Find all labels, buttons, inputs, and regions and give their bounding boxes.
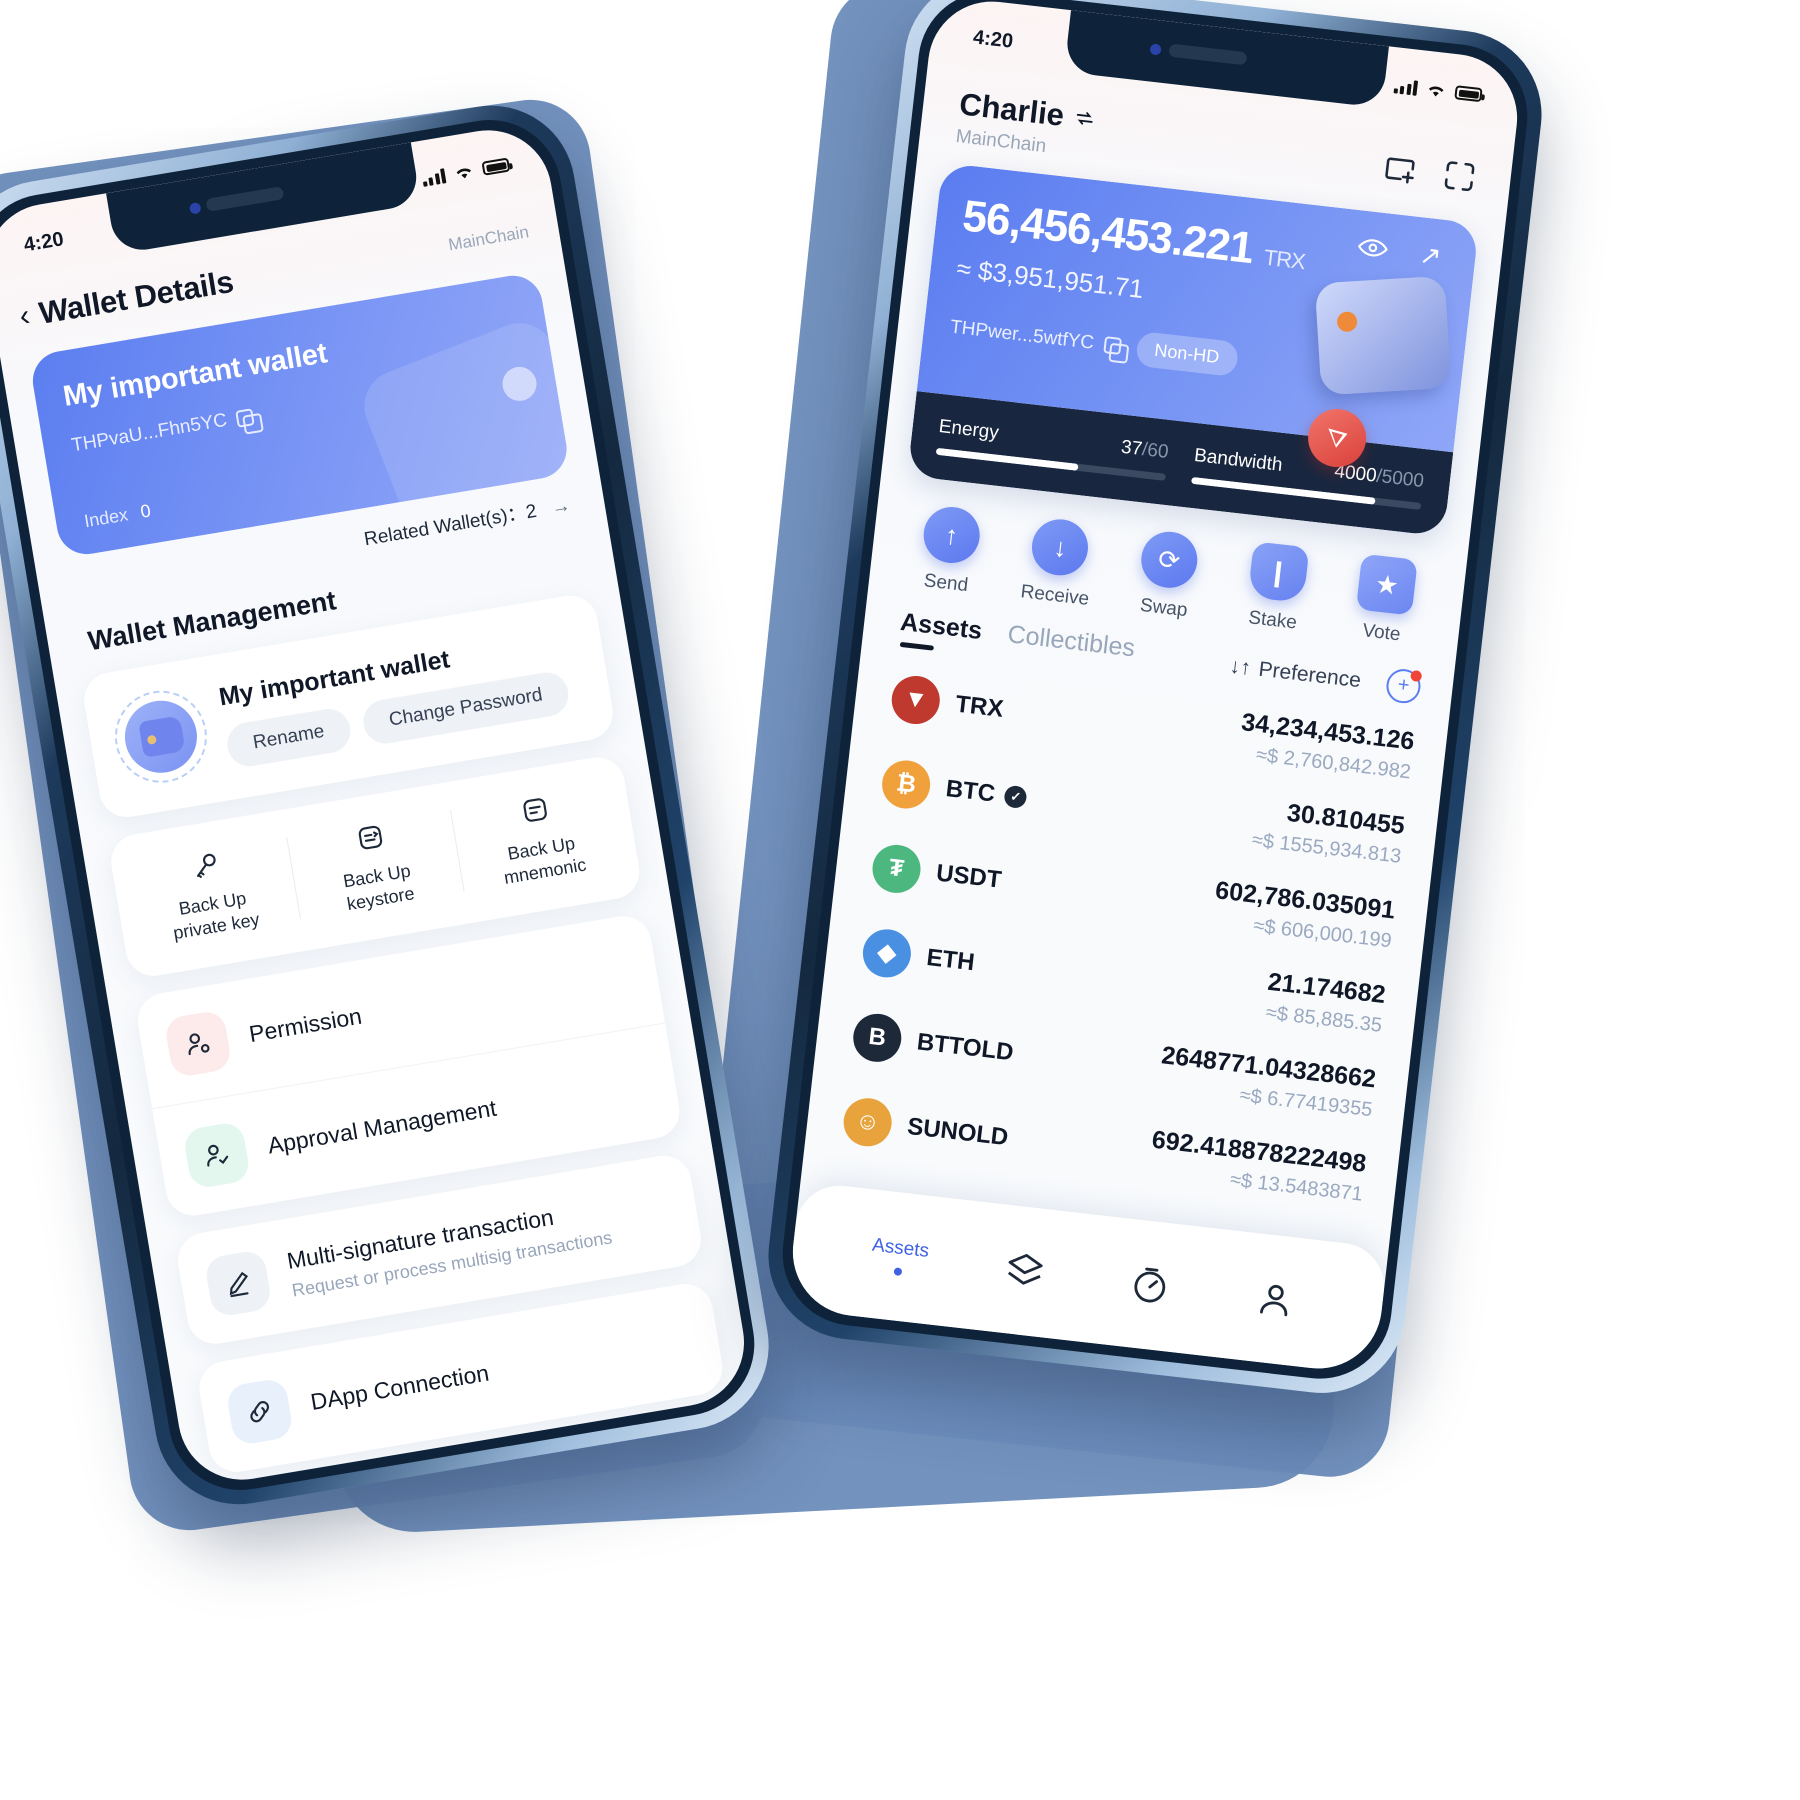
wallet-index: Index 0 bbox=[83, 500, 153, 532]
chain-label: MainChain bbox=[446, 222, 531, 255]
energy-used: 37 bbox=[1119, 436, 1144, 460]
wallet-address: THPwer...5wtfYC bbox=[949, 316, 1096, 354]
quick-action-label-receive: Receive bbox=[1019, 581, 1091, 610]
wallet-illustration bbox=[1314, 275, 1452, 396]
signal-icon bbox=[1393, 78, 1419, 96]
explore-icon bbox=[1134, 1267, 1166, 1303]
sort-icon: ↓↑ bbox=[1228, 653, 1253, 680]
backup-keystore-button[interactable]: Back Up keystore bbox=[285, 804, 465, 925]
add-token-icon[interactable]: + bbox=[1384, 666, 1423, 705]
ticket-icon: ★ bbox=[1356, 553, 1419, 616]
nav-assets[interactable]: Assets bbox=[835, 1231, 964, 1283]
permission-icon bbox=[163, 1009, 233, 1079]
quick-action-label-swap: Swap bbox=[1138, 594, 1189, 622]
battery-icon bbox=[1454, 85, 1483, 103]
token-symbol: ETH bbox=[925, 943, 976, 976]
token-icon-trx: ▼ bbox=[889, 672, 943, 727]
phone-bezel: 4:20 Charlie MainChain ↗ 56,456,453.221 … bbox=[775, 0, 1535, 1387]
assets-home-body: Charlie MainChain ↗ 56,456,453.221 TRX ≈… bbox=[786, 0, 1524, 1376]
layers-icon bbox=[1007, 1253, 1043, 1285]
wallet-address: THPvaU...Fhn5YC bbox=[69, 409, 229, 457]
resource-bandwidth: Bandwidth 4000/5000 bbox=[1191, 445, 1425, 510]
preference-label: Preference bbox=[1257, 657, 1363, 692]
token-icon-bttold: B bbox=[850, 1010, 904, 1064]
back-icon[interactable]: ‹ bbox=[17, 299, 32, 333]
account-name: Charlie bbox=[957, 86, 1066, 133]
shield-icon: ❙ bbox=[1247, 541, 1310, 604]
scan-qr-icon[interactable] bbox=[1439, 155, 1481, 197]
quick-action-label-stake: Stake bbox=[1247, 607, 1298, 634]
status-time: 4:20 bbox=[22, 227, 66, 256]
approval-icon bbox=[182, 1120, 252, 1190]
nav-layers[interactable] bbox=[960, 1243, 1090, 1299]
preference-button[interactable]: ↓↑ Preference bbox=[1228, 653, 1363, 693]
token-symbol: TRX bbox=[954, 690, 1005, 723]
asset-list: ▼ TRX 34,234,453.126 ≈$ 2,760,842.982 ₿ BTC ✓ 3… bbox=[801, 645, 1450, 1249]
status-time: 4:20 bbox=[971, 25, 1015, 53]
wallet-index-label: Index bbox=[82, 504, 130, 532]
nav-explore[interactable] bbox=[1085, 1257, 1215, 1313]
quick-action-send[interactable]: ↑ Send bbox=[890, 501, 1009, 601]
link-icon bbox=[225, 1376, 295, 1447]
menu-label-permission: Permission bbox=[247, 1002, 364, 1048]
resource-energy: Energy 37/60 bbox=[935, 415, 1170, 481]
copy-icon[interactable] bbox=[1102, 336, 1122, 355]
rename-button[interactable]: Rename bbox=[223, 705, 354, 770]
wallet-address-row[interactable]: THPwer...5wtfYC bbox=[949, 316, 1122, 357]
eye-icon[interactable] bbox=[1357, 236, 1389, 259]
arrow-down-icon: ↓ bbox=[1029, 516, 1092, 579]
bandwidth-total: 5000 bbox=[1380, 466, 1425, 493]
verified-badge-icon: ✓ bbox=[1003, 784, 1028, 809]
token-symbol: USDT bbox=[934, 859, 1003, 894]
quick-action-label-vote: Vote bbox=[1361, 620, 1402, 646]
external-link-icon[interactable]: ↗ bbox=[1418, 239, 1443, 272]
avatar bbox=[119, 695, 203, 779]
token-icon-sunold: ☺ bbox=[841, 1095, 895, 1149]
resource-name-energy: Energy bbox=[937, 415, 1000, 444]
token-icon-usdt: ₮ bbox=[870, 841, 924, 895]
wifi-icon bbox=[456, 168, 471, 179]
token-symbol: BTTOLD bbox=[915, 1027, 1015, 1066]
energy-total: 60 bbox=[1146, 439, 1170, 463]
copy-icon[interactable] bbox=[235, 407, 256, 428]
pencil-icon bbox=[203, 1248, 273, 1318]
token-symbol: BTC ✓ bbox=[944, 775, 1028, 812]
swap-icon: ⟳ bbox=[1138, 528, 1201, 591]
page-title: Wallet Details bbox=[36, 263, 236, 331]
balance-card: ↗ 56,456,453.221 TRX ≈ $3,951,951.71 THP… bbox=[907, 162, 1480, 537]
quick-action-label-send: Send bbox=[922, 570, 970, 597]
quick-action-receive[interactable]: ↓ Receive bbox=[999, 513, 1118, 613]
quick-action-vote[interactable]: ★ Vote bbox=[1326, 551, 1445, 651]
menu-label-approval-management: Approval Management bbox=[265, 1094, 499, 1159]
resource-name-bandwidth: Bandwidth bbox=[1193, 445, 1284, 476]
profile-icon bbox=[1260, 1284, 1288, 1317]
signal-icon bbox=[421, 167, 447, 187]
swap-accounts-icon bbox=[1076, 112, 1093, 125]
token-symbol: SUNOLD bbox=[905, 1112, 1010, 1151]
status-badge: Non-HD bbox=[1134, 330, 1240, 378]
nav-profile[interactable] bbox=[1210, 1272, 1340, 1328]
arrow-right-icon: → bbox=[549, 495, 573, 519]
active-indicator bbox=[893, 1267, 903, 1277]
wifi-icon bbox=[1428, 86, 1444, 97]
menu-label-dapp-connection: DApp Connection bbox=[308, 1359, 491, 1416]
screenshot-stage: 4:20 ‹ Wallet Details MainChain My impor… bbox=[0, 0, 1800, 1800]
token-icon-btc: ₿ bbox=[879, 757, 933, 811]
backup-private-key-button[interactable]: Back Up private key bbox=[121, 832, 301, 953]
battery-icon bbox=[481, 157, 511, 176]
quick-action-stake[interactable]: ❙ Stake bbox=[1217, 538, 1336, 638]
avatar-ring bbox=[107, 683, 214, 790]
wallet-index-value: 0 bbox=[138, 500, 153, 522]
nav-label-assets: Assets bbox=[871, 1234, 931, 1262]
quick-action-swap[interactable]: ⟳ Swap bbox=[1108, 526, 1227, 626]
add-wallet-icon[interactable] bbox=[1379, 148, 1421, 190]
screen-assets-home: 4:20 Charlie MainChain ↗ 56,456,453.221 … bbox=[786, 0, 1524, 1376]
arrow-up-icon: ↑ bbox=[920, 504, 983, 566]
backup-mnemonic-button[interactable]: Back Up mnemonic bbox=[449, 777, 629, 898]
token-icon-eth: ◆ bbox=[860, 926, 914, 980]
balance-unit: TRX bbox=[1262, 244, 1307, 275]
